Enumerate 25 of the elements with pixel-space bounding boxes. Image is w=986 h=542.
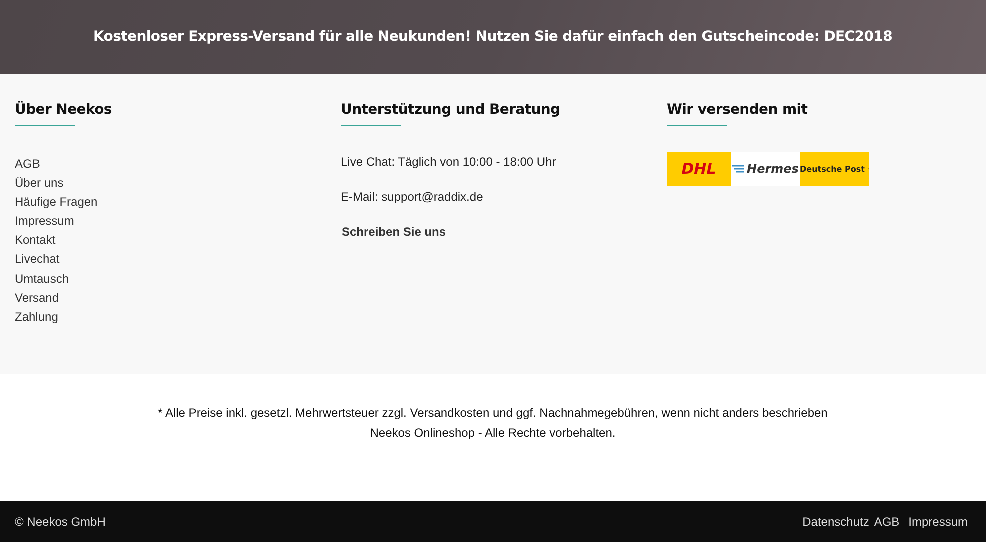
contact-text: Live Chat: Täglich von 10:00 - 18:00 Uhr (341, 155, 558, 169)
footer-link[interactable]: Versand (15, 288, 341, 308)
footer-link[interactable]: Häufige Fragen (15, 193, 341, 212)
column-title: Über Neekos (15, 102, 113, 118)
footer-link[interactable]: Über uns (15, 174, 341, 194)
legal-notice: * Alle Preise inkl. gesetzl. Mehrwertsteuer zzgl. Versandkosten und ggf. Nachnahmegebühren, wenn nicht anders beschrieben (158, 405, 828, 422)
footer-link[interactable]: Umtausch (15, 270, 341, 289)
carrier-logo: DHL (667, 152, 731, 186)
column-title: Unterstützung und Beratung (341, 102, 562, 118)
legal-notice: Neekos Onlineshop - Alle Rechte vorbehalten. (370, 424, 616, 442)
footer-link[interactable]: Kontakt (15, 231, 341, 250)
promo-text: Kostenloser Express-Versand für alle Neukunden! Nutzen Sie dafür einfach den Gutscheincode: DEC2018 (93, 29, 893, 45)
footer-link[interactable]: AGB (15, 155, 341, 174)
column-title: Wir versenden mit (667, 102, 809, 118)
carrier-logo: Deutsche Post (800, 152, 869, 186)
bottom-link[interactable]: Datenschutz (802, 514, 870, 528)
footer-link[interactable]: Impressum (15, 212, 341, 232)
copyright-text: © Neekos GmbH (15, 514, 106, 528)
carrier-logo: Hermes (731, 152, 800, 186)
contact-text: E-Mail: support@raddix.de (341, 190, 484, 204)
footer-link[interactable]: Livechat (15, 250, 341, 270)
footer-link[interactable]: Zahlung (15, 308, 341, 327)
contact-link[interactable]: Schreiben Sie uns (342, 225, 667, 239)
bottom-link[interactable]: AGB (874, 514, 900, 528)
bottom-link[interactable]: Impressum (908, 514, 968, 528)
